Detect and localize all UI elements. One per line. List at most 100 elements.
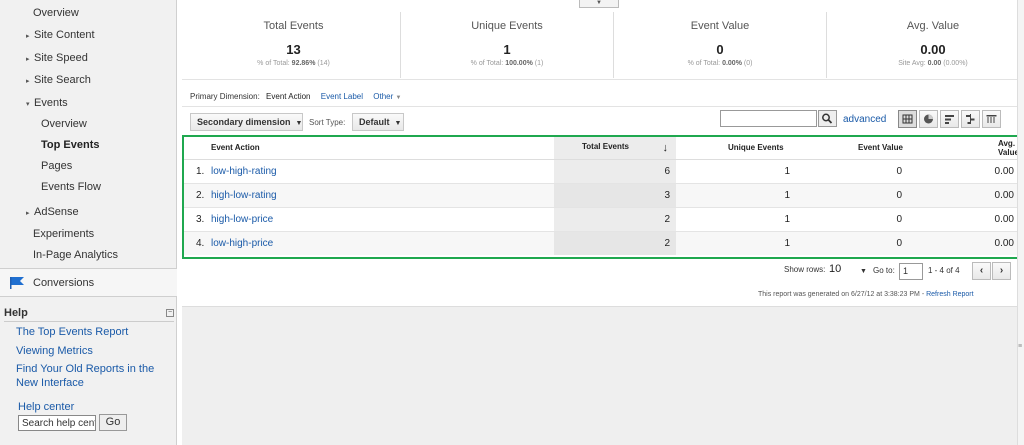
search-button[interactable]: [818, 110, 837, 127]
refresh-report-link[interactable]: Refresh Report: [926, 291, 973, 298]
prev-page-button[interactable]: ‹: [972, 262, 991, 280]
header-unique-events[interactable]: Unique Events: [676, 137, 796, 160]
help-go-button[interactable]: Go: [99, 414, 127, 431]
row-index: 4.: [184, 231, 206, 255]
event-action-link[interactable]: high-low-rating: [211, 190, 277, 201]
row-event-action: low-high-rating: [206, 159, 554, 184]
card-value: 1: [503, 42, 511, 57]
help-search-input[interactable]: [18, 415, 96, 431]
help-link-viewing-metrics[interactable]: Viewing Metrics: [16, 344, 93, 358]
report-main: ▼ Total Events 13 % of Total: 92.86% (14…: [182, 0, 1022, 445]
scrollbar[interactable]: [1017, 0, 1024, 445]
nav-label: AdSense: [34, 206, 79, 218]
view-comparison-button[interactable]: [961, 110, 980, 128]
help-link-old-reports[interactable]: Find Your Old Reports in the New Interfa…: [16, 362, 171, 390]
help-title: Help: [4, 307, 28, 319]
events-table: Event Action Total Events ↓ Unique Events…: [182, 135, 1022, 259]
nav-overview[interactable]: Overview: [33, 7, 79, 19]
help-link-top-events[interactable]: The Top Events Report: [16, 325, 128, 339]
show-rows-select[interactable]: 10: [829, 263, 841, 275]
card-value: 0: [716, 42, 724, 57]
card-title: Event Value: [690, 20, 750, 32]
chevron-right-icon: ›: [999, 265, 1004, 276]
scorecard-event-value: Event Value 0 % of Total: 0.00% (0): [613, 12, 826, 78]
view-pie-button[interactable]: [919, 110, 938, 128]
event-action-link[interactable]: high-low-price: [211, 214, 273, 225]
primary-dimension-label: Primary Dimension:: [190, 92, 260, 101]
row-unique-events: 1: [676, 183, 796, 208]
chevron-down-icon[interactable]: ▼: [579, 0, 619, 8]
report-generated-note: This report was generated on 6/27/12 at …: [758, 291, 974, 298]
table-row: 1. low-high-rating 6 1 0 0.00: [184, 159, 1020, 184]
row-unique-events: 1: [676, 159, 796, 184]
view-table-button[interactable]: [898, 110, 917, 128]
card-sub: % of Total: 0.00% (0): [687, 60, 753, 67]
row-total-events: 3: [554, 183, 676, 208]
nav-site-speed[interactable]: ▸ Site Speed: [26, 52, 88, 64]
row-total-events: 2: [554, 207, 676, 232]
collapse-icon[interactable]: −: [166, 309, 174, 317]
dimension-event-action[interactable]: Event Action: [266, 92, 310, 101]
advanced-filter-link[interactable]: advanced: [843, 114, 886, 125]
chevron-down-icon[interactable]: ▼: [860, 268, 867, 275]
nav-label: Events Flow: [41, 181, 101, 193]
row-index: 1.: [184, 159, 206, 184]
nav-conversions[interactable]: Conversions: [0, 268, 177, 297]
expand-arrow-icon: ▸: [26, 56, 30, 63]
view-pivot-button[interactable]: [982, 110, 1001, 128]
next-page-button[interactable]: ›: [992, 262, 1011, 280]
nav-events-flow[interactable]: Events Flow: [41, 181, 101, 193]
card-title: Unique Events: [471, 20, 543, 32]
header-total-events[interactable]: Total Events ↓: [554, 137, 676, 160]
row-avg-value: 0.00: [908, 231, 1020, 255]
conversions-label: Conversions: [33, 277, 95, 289]
content-background: [182, 306, 1017, 445]
nav-label: Experiments: [33, 228, 95, 240]
nav-label: Overview: [33, 7, 79, 19]
nav-experiments[interactable]: Experiments: [33, 228, 94, 240]
header-event-action[interactable]: Event Action: [206, 137, 554, 160]
header-index: [184, 137, 206, 160]
chevron-down-icon: ▼: [295, 120, 303, 127]
goto-page-input[interactable]: 1: [899, 263, 923, 280]
nav-site-search[interactable]: ▸ Site Search: [26, 74, 91, 86]
dimension-event-label[interactable]: Event Label: [321, 92, 363, 101]
card-value: 0.00: [920, 42, 946, 57]
nav-events-overview[interactable]: Overview: [41, 118, 87, 130]
nav-in-page-analytics[interactable]: In-Page Analytics: [33, 249, 118, 261]
nav-pages[interactable]: Pages: [41, 160, 72, 172]
dimension-other[interactable]: Other ▼: [373, 92, 401, 101]
event-action-link[interactable]: low-high-price: [211, 238, 273, 249]
show-rows-label: Show rows:: [784, 265, 826, 274]
row-event-value: 0: [796, 207, 908, 232]
card-title: Total Events: [263, 20, 324, 32]
header-event-value[interactable]: Event Value: [796, 137, 908, 160]
event-action-link[interactable]: low-high-rating: [211, 166, 277, 177]
secondary-dimension-dropdown[interactable]: Secondary dimension ▼: [190, 113, 303, 131]
nav-adsense[interactable]: ▸ AdSense: [26, 206, 79, 218]
row-avg-value: 0.00: [908, 159, 1020, 184]
expand-arrow-icon: ▸: [26, 33, 30, 40]
sort-type-label: Sort Type:: [309, 118, 346, 127]
chevron-down-icon: ▼: [394, 120, 402, 127]
chevron-down-icon: ▼: [395, 95, 402, 101]
row-total-events: 6: [554, 159, 676, 184]
row-avg-value: 0.00: [908, 183, 1020, 208]
nav-site-content[interactable]: ▸ Site Content: [26, 29, 95, 41]
view-performance-button[interactable]: [940, 110, 959, 128]
row-event-action: high-low-price: [206, 207, 554, 232]
sort-type-dropdown[interactable]: Default ▼: [352, 113, 404, 131]
table-row: 3. high-low-price 2 1 0 0.00: [184, 207, 1020, 232]
card-title: Avg. Value: [906, 20, 960, 32]
help-center-link[interactable]: Help center: [18, 401, 74, 413]
scorecard-total-events: Total Events 13 % of Total: 92.86% (14): [187, 12, 400, 78]
scorecard-avg-value: Avg. Value 0.00 Site Avg: 0.00 (0.00%): [826, 12, 1024, 78]
expand-arrow-icon: ▸: [26, 210, 30, 217]
table-search-input[interactable]: [720, 110, 817, 127]
nav-events[interactable]: ▾ Events: [26, 97, 68, 109]
nav-top-events[interactable]: Top Events: [41, 139, 99, 151]
divider: [182, 79, 1017, 80]
scorecard-unique-events: Unique Events 1 % of Total: 100.00% (1): [400, 12, 613, 78]
header-avg-value[interactable]: Avg. Value: [908, 137, 1020, 160]
scroll-grip-icon[interactable]: ≡: [1018, 343, 1022, 350]
